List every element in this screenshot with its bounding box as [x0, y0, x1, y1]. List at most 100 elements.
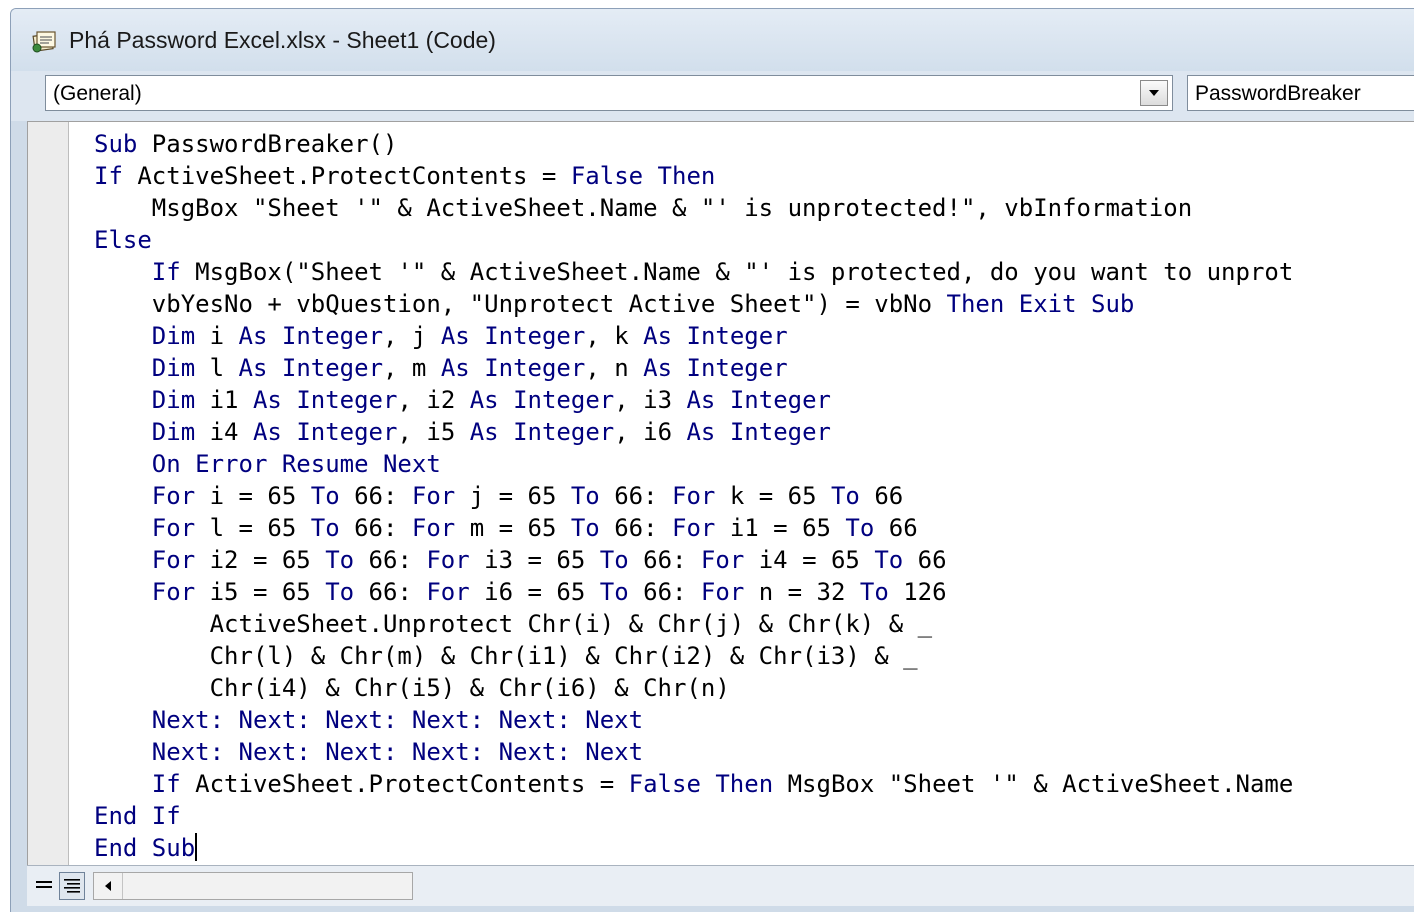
- code-line[interactable]: Dim i1 As Integer, i2 As Integer, i3 As …: [94, 384, 1293, 416]
- code-token: , j: [383, 322, 441, 350]
- code-line[interactable]: For i5 = 65 To 66: For i6 = 65 To 66: Fo…: [94, 576, 1293, 608]
- code-keyword: End If: [94, 802, 181, 830]
- code-keyword: To: [830, 482, 860, 510]
- code-token: i2 = 65: [195, 546, 326, 574]
- code-token: , n: [585, 354, 644, 382]
- code-token: vbYesNo + vbQuestion, "Unprotect Active …: [94, 290, 947, 318]
- code-editor[interactable]: Sub PasswordBreaker() If ActiveSheet.Prot…: [27, 121, 1414, 866]
- code-keyword: Integer: [484, 354, 586, 382]
- code-token: l = 65: [195, 514, 311, 542]
- procedure-dropdown[interactable]: PasswordBreaker: [1187, 75, 1414, 111]
- horizontal-scrollbar[interactable]: [93, 872, 413, 900]
- code-keyword: Integer: [296, 418, 398, 446]
- code-keyword: For: [426, 546, 470, 574]
- code-token: 66: [859, 482, 904, 510]
- code-keyword: Dim: [151, 322, 196, 350]
- code-keyword: For: [700, 546, 745, 574]
- code-keyword: Then: [715, 770, 774, 798]
- procedure-view-icon: [36, 881, 52, 888]
- code-token: i = 65: [195, 482, 311, 510]
- code-line[interactable]: If ActiveSheet.ProtectContents = False T…: [94, 768, 1294, 800]
- code-line[interactable]: For i2 = 65 To 66: For i3 = 65 To 66: Fo…: [94, 544, 1293, 576]
- code-keyword: To: [325, 578, 355, 606]
- object-dropdown[interactable]: (General): [45, 75, 1173, 111]
- code-keyword: To: [325, 546, 355, 574]
- window-title: Phá Password Excel.xlsx - Sheet1 (Code): [69, 27, 496, 53]
- combo-toolbar: (General) PasswordBreaker: [11, 71, 1414, 121]
- code-token: ActiveSheet.ProtectContents =: [122, 162, 571, 190]
- code-token: 66:: [339, 514, 412, 542]
- code-line[interactable]: If MsgBox("Sheet '" & ActiveSheet.Name &…: [94, 256, 1294, 288]
- code-line[interactable]: Next: Next: Next: Next: Next: Next: [94, 704, 1293, 736]
- code-token: 126: [888, 578, 947, 606]
- code-keyword: If: [151, 258, 181, 286]
- code-keyword: If: [151, 770, 181, 798]
- full-module-view-button[interactable]: [59, 872, 85, 900]
- code-token: i: [195, 322, 239, 350]
- code-line[interactable]: vbYesNo + vbQuestion, "Unprotect Active …: [94, 288, 1293, 320]
- code-token: , i5: [397, 418, 470, 446]
- text-cursor: [195, 833, 198, 861]
- dropdown-arrow-button[interactable]: [1140, 80, 1168, 106]
- code-keyword: As: [643, 354, 673, 382]
- code-token: , i2: [397, 386, 470, 414]
- code-line[interactable]: For l = 65 To 66: For m = 65 To 66: For …: [94, 512, 1293, 544]
- code-keyword: As: [440, 322, 470, 350]
- code-line[interactable]: End Sub: [94, 832, 1293, 864]
- code-keyword: As: [469, 386, 499, 414]
- code-line[interactable]: Dim i4 As Integer, i5 As Integer, i6 As …: [94, 416, 1293, 448]
- code-token: i3 = 65: [469, 546, 600, 574]
- code-line[interactable]: End If: [94, 800, 1293, 832]
- code-keyword: As: [238, 322, 268, 350]
- code-keyword: Integer: [296, 386, 398, 414]
- code-line[interactable]: ActiveSheet.Unprotect Chr(i) & Chr(j) & …: [94, 608, 1293, 640]
- title-bar[interactable]: Phá Password Excel.xlsx - Sheet1 (Code): [11, 9, 1414, 71]
- code-line[interactable]: Dim i As Integer, j As Integer, k As Int…: [94, 320, 1293, 352]
- code-line[interactable]: Chr(l) & Chr(m) & Chr(i1) & Chr(i2) & Ch…: [94, 640, 1293, 672]
- code-text[interactable]: Sub PasswordBreaker() If ActiveSheet.Prot…: [94, 128, 1293, 864]
- code-keyword: Integer: [513, 418, 615, 446]
- margin-indicator-bar[interactable]: [28, 122, 69, 866]
- code-line[interactable]: Dim l As Integer, m As Integer, n As Int…: [94, 352, 1293, 384]
- code-keyword: For: [411, 482, 456, 510]
- code-token: Chr(l) & Chr(m) & Chr(i1) & Chr(i2) & Ch…: [94, 642, 918, 670]
- code-line[interactable]: On Error Resume Next: [94, 448, 1293, 480]
- code-keyword: Then: [946, 290, 1005, 318]
- code-line[interactable]: Chr(i4) & Chr(i5) & Chr(i6) & Chr(n): [94, 672, 1293, 704]
- code-keyword: Sub: [94, 130, 138, 158]
- code-token: i4: [195, 418, 253, 446]
- procedure-view-button[interactable]: [31, 872, 57, 900]
- code-line[interactable]: Else: [94, 224, 1293, 256]
- code-token: , k: [585, 322, 644, 350]
- object-dropdown-value: (General): [53, 82, 142, 105]
- code-token: ActiveSheet.ProtectContents =: [180, 770, 629, 798]
- code-token: , i3: [614, 386, 687, 414]
- code-keyword: To: [845, 514, 875, 542]
- code-window: Phá Password Excel.xlsx - Sheet1 (Code) …: [10, 8, 1414, 912]
- code-token: i1: [195, 386, 253, 414]
- code-keyword: For: [151, 514, 196, 542]
- code-keyword: Integer: [729, 386, 831, 414]
- code-keyword: For: [151, 546, 196, 574]
- code-keyword: As: [238, 354, 268, 382]
- code-keyword: For: [151, 482, 196, 510]
- scroll-left-button[interactable]: [94, 873, 123, 899]
- code-token: n = 32: [744, 578, 860, 606]
- code-line[interactable]: MsgBox "Sheet '" & ActiveSheet.Name & "'…: [94, 192, 1293, 224]
- code-line[interactable]: Sub PasswordBreaker(): [94, 128, 1293, 160]
- code-line[interactable]: Next: Next: Next: Next: Next: Next: [94, 736, 1293, 768]
- code-line[interactable]: For i = 65 To 66: For j = 65 To 66: For …: [94, 480, 1293, 512]
- code-line[interactable]: If ActiveSheet.ProtectContents = False T…: [94, 160, 1293, 192]
